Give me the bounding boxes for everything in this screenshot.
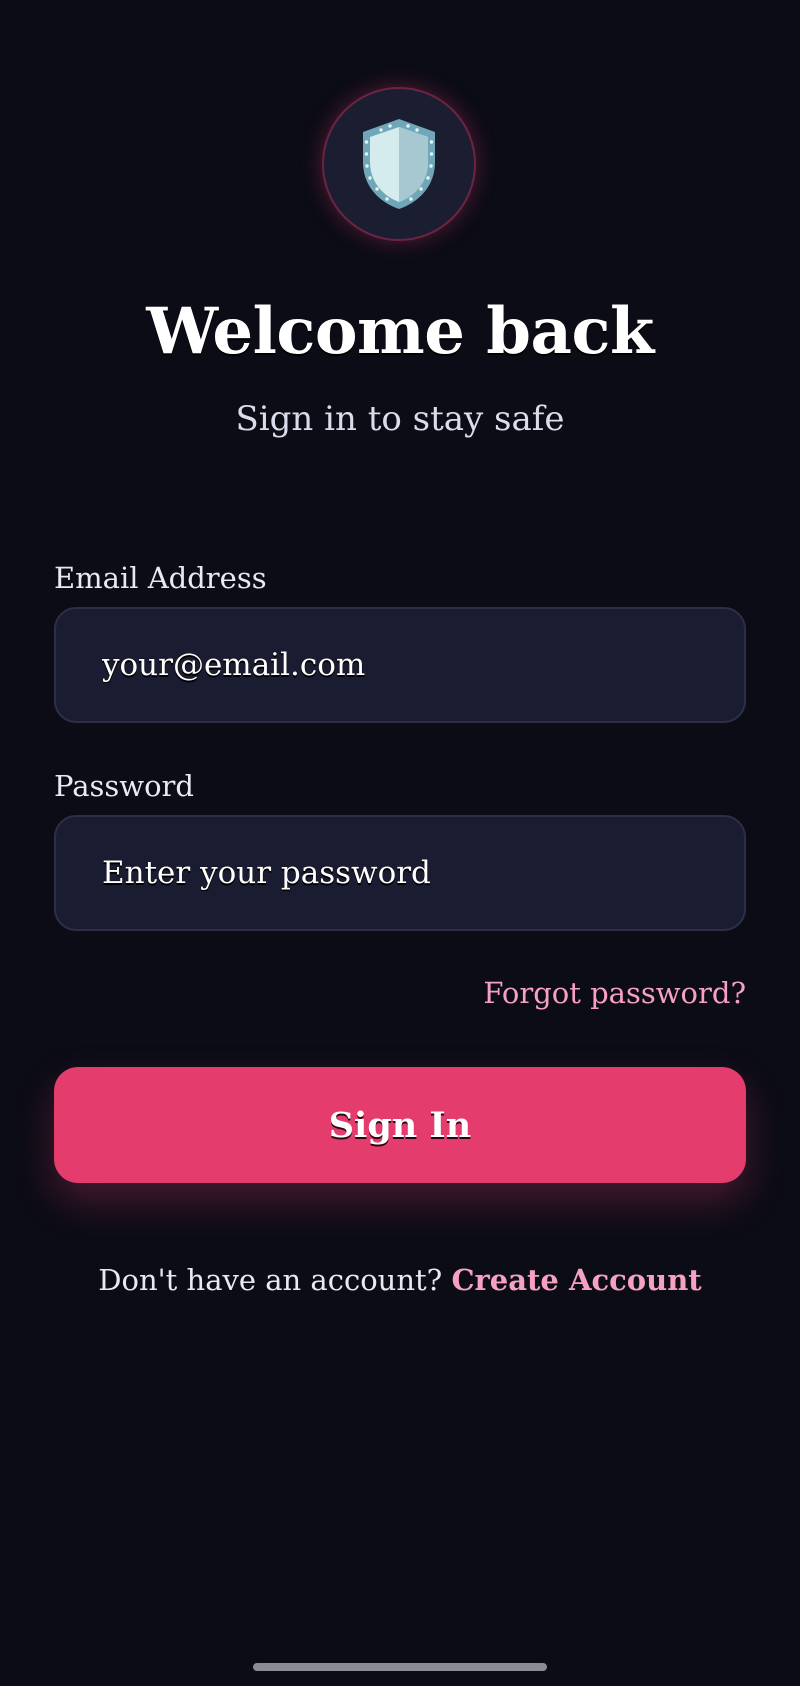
home-indicator[interactable] [253, 1663, 547, 1671]
password-field[interactable] [56, 817, 744, 929]
shield-icon [363, 119, 435, 209]
password-label: Password [54, 769, 194, 803]
create-account-prompt: Don't have an account? Create Account [0, 1258, 800, 1302]
app-logo [322, 87, 476, 241]
email-label: Email Address [54, 561, 267, 595]
email-field-container [54, 607, 746, 723]
create-account-link[interactable]: Create Account [451, 1263, 701, 1297]
password-field-container [54, 815, 746, 931]
forgot-password-link[interactable]: Forgot password? [483, 971, 746, 1015]
page-subtitle: Sign in to stay safe [235, 399, 565, 439]
no-account-text: Don't have an account? [98, 1263, 443, 1297]
email-field[interactable] [56, 609, 744, 721]
page-title: Welcome back [146, 294, 654, 369]
sign-in-button[interactable]: Sign In [54, 1067, 746, 1183]
